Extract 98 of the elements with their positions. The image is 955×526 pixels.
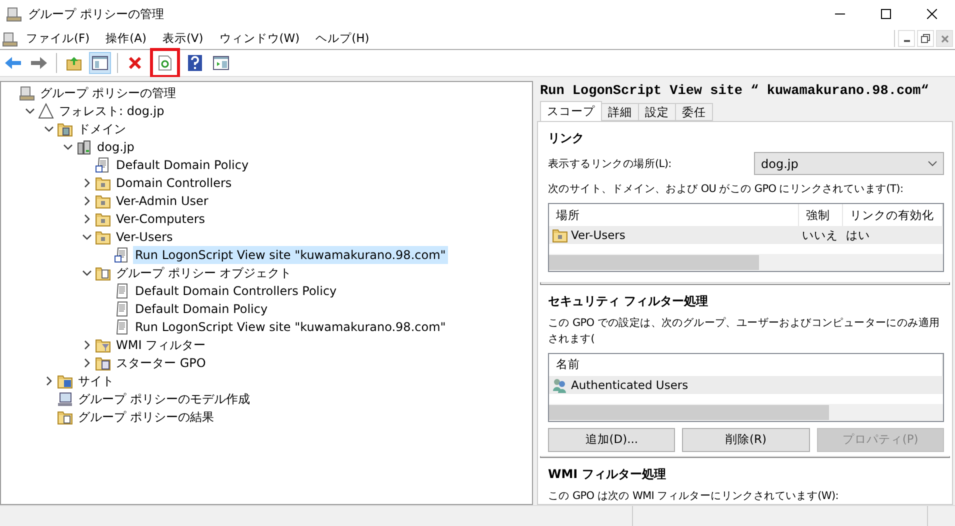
menu-item[interactable]: ヘルプ(H) — [308, 31, 378, 46]
forward-arrow-icon — [30, 56, 48, 70]
tree-item[interactable]: フォレスト: dog.jp — [57, 102, 166, 120]
document-link-icon — [114, 247, 130, 263]
document-icon — [114, 283, 130, 299]
chevron-icon[interactable] — [82, 232, 92, 242]
back-arrow-icon — [4, 56, 22, 70]
chevron-icon[interactable] — [82, 196, 92, 206]
tree-item[interactable]: WMI フィルター — [114, 336, 208, 354]
tree-item[interactable]: Default Domain Policy — [114, 156, 251, 174]
maximize-icon — [881, 9, 891, 19]
chevron-icon[interactable] — [44, 124, 54, 134]
description-text: この GPO での設定は、次のグループ、ユーザーおよびコンピューターにのみ適用されます( — [548, 316, 941, 346]
help-icon — [188, 55, 202, 71]
document-link-icon — [95, 157, 111, 173]
list-row[interactable]: Authenticated Users — [549, 376, 943, 394]
details-title: Run LogonScript View site “ kuwamakurano.98.com“ — [539, 82, 930, 100]
tree-item[interactable]: スターター GPO — [114, 354, 208, 372]
tab[interactable]: スコープ — [540, 101, 602, 121]
folder-icon — [95, 193, 111, 209]
folder-icon — [95, 265, 111, 281]
tree-item[interactable]: Ver-Users — [114, 228, 175, 246]
tree-item[interactable]: グループ ポリシーの管理 — [38, 84, 178, 102]
list-row[interactable]: Ver-Users いいえ はい — [549, 226, 943, 244]
field-label: 表示するリンクの場所(L): — [548, 156, 672, 172]
menu-item[interactable]: ファイル(F) — [18, 31, 98, 46]
window-title: グループ ポリシーの管理 — [28, 6, 165, 22]
tree-item[interactable]: Domain Controllers — [114, 174, 234, 192]
tree-item[interactable]: Ver-Computers — [114, 210, 208, 228]
chevron-icon[interactable] — [82, 178, 92, 188]
tree-item[interactable]: Default Domain Controllers Policy — [133, 282, 339, 300]
folder-icon — [95, 211, 111, 227]
action-pane-icon — [213, 56, 229, 70]
chevron-icon[interactable] — [63, 142, 73, 152]
table-cell: Ver-Users — [571, 228, 626, 242]
tree-item[interactable]: グループ ポリシーのモデル作成 — [76, 390, 252, 408]
chevron-icon[interactable] — [82, 358, 92, 368]
tab[interactable]: 設定 — [638, 103, 676, 121]
chevron-icon[interactable] — [44, 376, 54, 386]
folder-icon — [57, 121, 73, 137]
chevron-icon[interactable] — [82, 340, 92, 350]
scrollbar[interactable] — [549, 404, 943, 420]
caret-icon — [928, 160, 937, 166]
table-cell: いいえ — [802, 228, 838, 242]
restore-button[interactable] — [917, 30, 934, 47]
action-button[interactable]: 追加(D)... — [548, 428, 676, 452]
menu-item[interactable]: 表示(V) — [154, 31, 212, 46]
console-icon — [19, 85, 35, 101]
section-heading: リンク — [548, 130, 585, 147]
delete-icon — [128, 56, 142, 70]
scrollbar[interactable] — [549, 254, 943, 271]
folder-icon — [95, 175, 111, 191]
refresh-icon — [158, 55, 172, 71]
description-text: この GPO は次の WMI フィルターにリンクされています(W): — [548, 489, 840, 504]
location-dropdown[interactable]: dog.jp — [754, 152, 944, 175]
folder-icon — [95, 337, 111, 353]
section-heading: セキュリティ フィルター処理 — [548, 292, 710, 310]
toolbar-button[interactable] — [89, 52, 111, 74]
chevron-icon[interactable] — [25, 106, 35, 116]
menu-item[interactable]: ウィンドウ(W) — [211, 31, 308, 46]
close-icon — [927, 9, 937, 19]
tab[interactable]: 詳細 — [601, 103, 639, 121]
folder-up-icon — [66, 55, 82, 71]
tree-pane-icon — [92, 56, 108, 70]
section-heading: WMI フィルター処理 — [548, 466, 667, 483]
tree-item[interactable]: dog.jp — [95, 138, 136, 156]
tree-item[interactable]: グループ ポリシー オブジェクト — [114, 264, 294, 282]
folder-icon — [57, 373, 73, 389]
action-button[interactable]: 削除(R) — [682, 428, 810, 452]
chevron-icon[interactable] — [82, 268, 92, 278]
tree-item[interactable]: Default Domain Policy — [133, 300, 270, 318]
tab[interactable]: 委任 — [675, 103, 713, 121]
folder-icon — [95, 229, 111, 245]
server-icon — [76, 139, 92, 155]
computer-icon — [57, 391, 73, 407]
tree-item[interactable]: ドメイン — [76, 120, 128, 138]
description-text: 次のサイト、ドメイン、および OU がこの GPO にリンクされています(T): — [548, 182, 904, 197]
close-icon — [940, 34, 948, 42]
folder-icon — [95, 355, 111, 371]
folder-icon — [552, 227, 568, 243]
minimize-button[interactable] — [898, 30, 915, 47]
triangle-icon — [38, 103, 54, 119]
folder-icon — [57, 409, 73, 425]
users-icon — [552, 376, 568, 392]
tree-item[interactable]: Run LogonScript View site "kuwamakurano.98.com" — [133, 318, 448, 336]
tree-item[interactable]: Run LogonScript View site "kuwamakurano.98.com" — [133, 246, 448, 264]
console-icon — [6, 6, 22, 22]
chevron-icon[interactable] — [82, 214, 92, 224]
tree-item[interactable]: サイト — [76, 372, 116, 390]
table-cell: Authenticated Users — [571, 378, 688, 392]
tree-item[interactable]: Ver-Admin User — [114, 192, 210, 210]
tree-item[interactable]: グループ ポリシーの結果 — [76, 408, 216, 426]
menu-item[interactable]: 操作(A) — [98, 31, 154, 46]
restore-icon — [921, 34, 930, 43]
document-icon — [114, 319, 130, 335]
document-icon — [114, 301, 130, 317]
table-cell: はい — [846, 228, 870, 242]
console-icon — [2, 30, 18, 46]
